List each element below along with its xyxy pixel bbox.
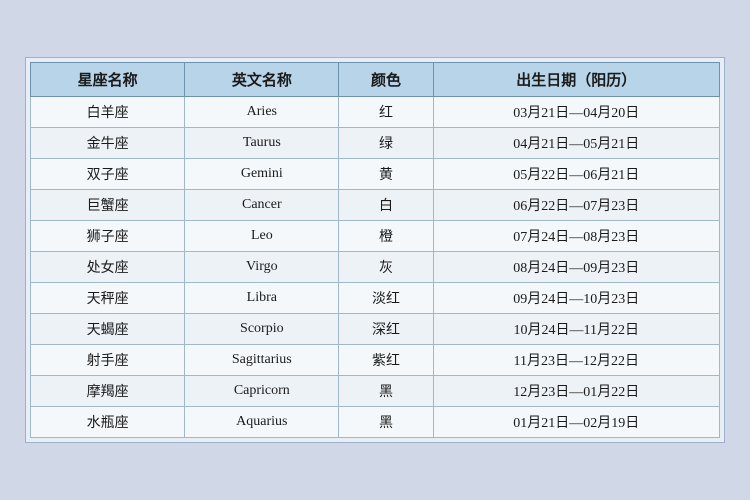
cell-dates: 07月24日—08月23日	[433, 221, 719, 252]
table-row: 天蝎座Scorpio深红10月24日—11月22日	[31, 314, 720, 345]
cell-color: 黑	[339, 376, 433, 407]
cell-dates: 09月24日—10月23日	[433, 283, 719, 314]
header-chinese-name: 星座名称	[31, 63, 185, 97]
table-row: 金牛座Taurus绿04月21日—05月21日	[31, 128, 720, 159]
cell-dates: 08月24日—09月23日	[433, 252, 719, 283]
cell-chinese-name: 处女座	[31, 252, 185, 283]
cell-chinese-name: 金牛座	[31, 128, 185, 159]
cell-chinese-name: 天秤座	[31, 283, 185, 314]
cell-chinese-name: 天蝎座	[31, 314, 185, 345]
cell-english-name: Taurus	[185, 128, 339, 159]
table-row: 天秤座Libra淡红09月24日—10月23日	[31, 283, 720, 314]
table-row: 水瓶座Aquarius黑01月21日—02月19日	[31, 407, 720, 438]
table-row: 处女座Virgo灰08月24日—09月23日	[31, 252, 720, 283]
cell-chinese-name: 巨蟹座	[31, 190, 185, 221]
cell-dates: 05月22日—06月21日	[433, 159, 719, 190]
cell-dates: 03月21日—04月20日	[433, 97, 719, 128]
cell-dates: 11月23日—12月22日	[433, 345, 719, 376]
cell-chinese-name: 狮子座	[31, 221, 185, 252]
cell-english-name: Capricorn	[185, 376, 339, 407]
cell-dates: 10月24日—11月22日	[433, 314, 719, 345]
cell-english-name: Leo	[185, 221, 339, 252]
zodiac-table-container: 星座名称 英文名称 颜色 出生日期（阳历） 白羊座Aries红03月21日—04…	[25, 57, 725, 443]
table-row: 狮子座Leo橙07月24日—08月23日	[31, 221, 720, 252]
cell-english-name: Aries	[185, 97, 339, 128]
cell-dates: 01月21日—02月19日	[433, 407, 719, 438]
cell-color: 绿	[339, 128, 433, 159]
cell-english-name: Cancer	[185, 190, 339, 221]
cell-chinese-name: 水瓶座	[31, 407, 185, 438]
cell-chinese-name: 摩羯座	[31, 376, 185, 407]
cell-dates: 12月23日—01月22日	[433, 376, 719, 407]
cell-english-name: Aquarius	[185, 407, 339, 438]
cell-chinese-name: 双子座	[31, 159, 185, 190]
table-row: 巨蟹座Cancer白06月22日—07月23日	[31, 190, 720, 221]
header-english-name: 英文名称	[185, 63, 339, 97]
cell-english-name: Libra	[185, 283, 339, 314]
cell-color: 橙	[339, 221, 433, 252]
cell-color: 黄	[339, 159, 433, 190]
cell-color: 紫红	[339, 345, 433, 376]
header-dates: 出生日期（阳历）	[433, 63, 719, 97]
table-header-row: 星座名称 英文名称 颜色 出生日期（阳历）	[31, 63, 720, 97]
header-color: 颜色	[339, 63, 433, 97]
table-row: 双子座Gemini黄05月22日—06月21日	[31, 159, 720, 190]
cell-color: 淡红	[339, 283, 433, 314]
cell-color: 红	[339, 97, 433, 128]
table-body: 白羊座Aries红03月21日—04月20日金牛座Taurus绿04月21日—0…	[31, 97, 720, 438]
cell-color: 白	[339, 190, 433, 221]
table-row: 白羊座Aries红03月21日—04月20日	[31, 97, 720, 128]
zodiac-table: 星座名称 英文名称 颜色 出生日期（阳历） 白羊座Aries红03月21日—04…	[30, 62, 720, 438]
cell-english-name: Virgo	[185, 252, 339, 283]
cell-english-name: Sagittarius	[185, 345, 339, 376]
table-row: 摩羯座Capricorn黑12月23日—01月22日	[31, 376, 720, 407]
cell-dates: 06月22日—07月23日	[433, 190, 719, 221]
cell-dates: 04月21日—05月21日	[433, 128, 719, 159]
cell-chinese-name: 白羊座	[31, 97, 185, 128]
cell-chinese-name: 射手座	[31, 345, 185, 376]
cell-english-name: Scorpio	[185, 314, 339, 345]
cell-color: 灰	[339, 252, 433, 283]
cell-color: 黑	[339, 407, 433, 438]
cell-color: 深红	[339, 314, 433, 345]
cell-english-name: Gemini	[185, 159, 339, 190]
table-row: 射手座Sagittarius紫红11月23日—12月22日	[31, 345, 720, 376]
